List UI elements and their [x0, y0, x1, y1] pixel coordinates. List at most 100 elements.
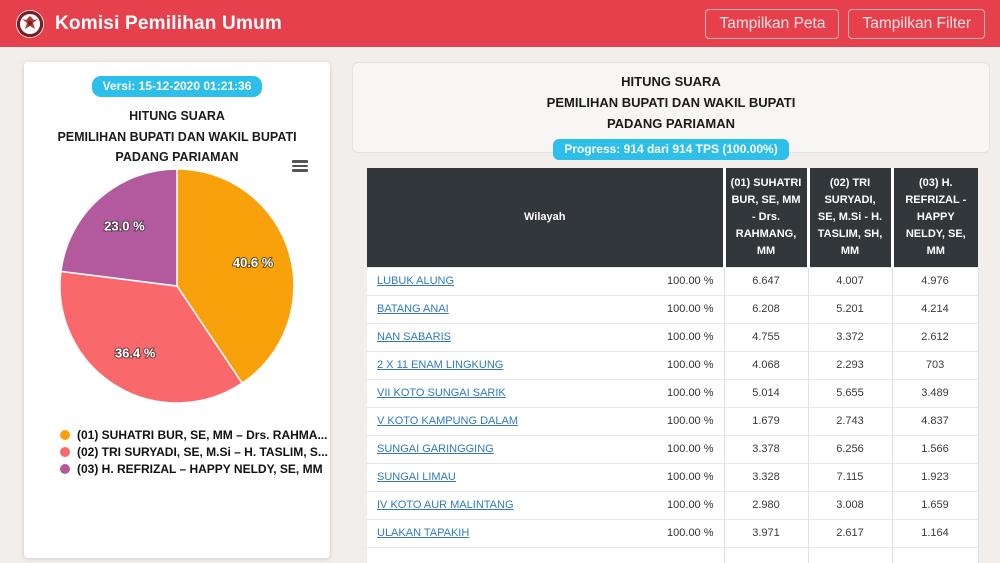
table-header-candidate-3: (03) H. REFRIZAL - HAPPY NELDY, SE, MM: [892, 168, 978, 267]
region-link[interactable]: NAN SABARIS: [377, 331, 451, 343]
table-header-row: Wilayah (01) SUHATRI BUR, SE, MM - Drs. …: [367, 168, 978, 267]
region-cell: LUBUK ALUNG: [367, 267, 637, 295]
vote-count-cell: 703: [892, 351, 978, 379]
table-row: BATANG ANAI100.00 %6.2085.2014.214: [367, 295, 978, 323]
page-title-line-3: PADANG PARIAMAN: [353, 114, 989, 135]
region-cell: V KOTO KAMPUNG DALAM: [367, 407, 637, 435]
version-badge: Versi: 15-12-2020 01:21:36: [92, 76, 263, 97]
vote-count-cell: 4.068: [724, 351, 808, 379]
legend-label: (03) H. REFRIZAL – HAPPY NELDY, SE, MM: [77, 462, 323, 476]
legend-item-1[interactable]: (01) SUHATRI BUR, SE, MM – Drs. RAHMA...: [60, 428, 328, 442]
vote-count-cell: 2.612: [892, 323, 978, 351]
vote-count-cell: 4.837: [892, 407, 978, 435]
vote-count-cell: 5.655: [808, 379, 892, 407]
chart-title-line-1: HITUNG SUARA: [24, 106, 330, 127]
vote-count-cell: 1.923: [892, 463, 978, 491]
progress-percent-cell: 100.00 %: [637, 491, 724, 519]
chart-panel: Versi: 15-12-2020 01:21:36 HITUNG SUARA …: [24, 62, 330, 558]
region-link[interactable]: SUNGAI GARINGGING: [377, 443, 494, 455]
legend-dot-icon: [60, 430, 70, 440]
chart-legend: (01) SUHATRI BUR, SE, MM – Drs. RAHMA...…: [60, 428, 328, 479]
table-row: SUNGAI LIMAU 100.00 %3.3287.1151.923: [367, 463, 978, 491]
vote-count-cell: 3.372: [808, 323, 892, 351]
vote-count-cell: 1.566: [892, 435, 978, 463]
pie-slice-label-2: 36.4 %: [115, 346, 156, 361]
app-title: Komisi Pemilihan Umum: [55, 13, 282, 35]
progress-badge: Progress: 914 dari 914 TPS (100.00%): [553, 139, 788, 160]
vote-count-cell: 4.976: [892, 267, 978, 295]
progress-percent-cell: 100.00 %: [637, 463, 724, 491]
progress-percent-cell: 100.00 %: [637, 435, 724, 463]
kpu-logo-icon: [15, 9, 45, 39]
region-cell: VII KOTO SUNGAI SARIK: [367, 379, 637, 407]
vote-count-cell: 4.007: [808, 267, 892, 295]
progress-percent-cell: 100.00 %: [637, 407, 724, 435]
legend-item-2[interactable]: (02) TRI SURYADI, SE, M.Si – H. TASLIM, …: [60, 445, 328, 459]
legend-dot-icon: [60, 464, 70, 474]
table-header-candidate-1: (01) SUHATRI BUR, SE, MM - Drs. RAHMANG,…: [724, 168, 808, 267]
chart-title-line-2: PEMILIHAN BUPATI DAN WAKIL BUPATI: [24, 127, 330, 148]
results-table: Wilayah (01) SUHATRI BUR, SE, MM - Drs. …: [367, 168, 979, 563]
region-link[interactable]: SUNGAI LIMAU: [377, 471, 456, 483]
vote-count-cell: 2.617: [808, 519, 892, 547]
legend-item-3[interactable]: (03) H. REFRIZAL – HAPPY NELDY, SE, MM: [60, 462, 328, 476]
page-title-line-1: HITUNG SUARA: [353, 72, 989, 93]
table-row: VII KOTO SUNGAI SARIK 100.00 %5.0145.6553…: [367, 379, 978, 407]
results-header-panel: HITUNG SUARA PEMILIHAN BUPATI DAN WAKIL …: [352, 62, 990, 153]
table-row-partial: [367, 547, 978, 563]
page-title-line-2: PEMILIHAN BUPATI DAN WAKIL BUPATI: [353, 93, 989, 114]
top-bar-actions: Tampilkan Peta Tampilkan Filter: [705, 9, 985, 39]
tampilkan-filter-button[interactable]: Tampilkan Filter: [848, 9, 985, 39]
vote-count-cell: 5.014: [724, 379, 808, 407]
region-link[interactable]: BATANG ANAI: [377, 303, 449, 315]
vote-count-cell: 4.755: [724, 323, 808, 351]
table-row: SUNGAI GARINGGING100.00 %3.3786.2561.566: [367, 435, 978, 463]
progress-percent-cell: 100.00 %: [637, 267, 724, 295]
chart-title-line-3: PADANG PARIAMAN: [24, 147, 330, 168]
region-cell: 2 X 11 ENAM LINGKUNG: [367, 351, 637, 379]
legend-dot-icon: [60, 447, 70, 457]
vote-count-cell: 1.164: [892, 519, 978, 547]
vote-count-cell: 7.115: [808, 463, 892, 491]
pie-chart: 40.6 % 36.4 % 23.0 %: [57, 166, 297, 406]
region-cell: ULAKAN TAPAKIH: [367, 519, 637, 547]
legend-label: (01) SUHATRI BUR, SE, MM – Drs. RAHMA...: [77, 428, 327, 442]
pie-slice-label-3: 23.0 %: [104, 218, 145, 233]
region-link[interactable]: IV KOTO AUR MALINTANG: [377, 499, 514, 511]
region-link[interactable]: V KOTO KAMPUNG DALAM: [377, 415, 518, 427]
page-title: HITUNG SUARA PEMILIHAN BUPATI DAN WAKIL …: [353, 72, 989, 134]
table-row: V KOTO KAMPUNG DALAM 100.00 %1.6792.7434.…: [367, 407, 978, 435]
tampilkan-peta-button[interactable]: Tampilkan Peta: [705, 9, 839, 39]
region-link[interactable]: LUBUK ALUNG: [377, 275, 454, 287]
table-row: LUBUK ALUNG100.00 %6.6474.0074.976: [367, 267, 978, 295]
legend-label: (02) TRI SURYADI, SE, M.Si – H. TASLIM, …: [77, 445, 328, 459]
table-row: NAN SABARIS100.00 %4.7553.3722.612: [367, 323, 978, 351]
region-cell: BATANG ANAI: [367, 295, 637, 323]
vote-count-cell: 2.980: [724, 491, 808, 519]
region-link[interactable]: 2 X 11 ENAM LINGKUNG: [377, 359, 503, 371]
top-bar: Komisi Pemilihan Umum Tampilkan Peta Tam…: [0, 0, 1000, 47]
vote-count-cell: 5.201: [808, 295, 892, 323]
vote-count-cell: 2.293: [808, 351, 892, 379]
region-cell: SUNGAI LIMAU: [367, 463, 637, 491]
vote-count-cell: 3.971: [724, 519, 808, 547]
progress-percent-cell: 100.00 %: [637, 379, 724, 407]
vote-count-cell: 2.743: [808, 407, 892, 435]
table-header-candidate-2: (02) TRI SURYADI, SE, M.Si - H. TASLIM, …: [808, 168, 892, 267]
vote-count-cell: 1.679: [724, 407, 808, 435]
progress-percent-cell: 100.00 %: [637, 295, 724, 323]
region-link[interactable]: VII KOTO SUNGAI SARIK: [377, 387, 506, 399]
pie-slice-label-1: 40.6 %: [233, 255, 274, 270]
region-link[interactable]: ULAKAN TAPAKIH: [377, 527, 469, 539]
results-table-container: Wilayah (01) SUHATRI BUR, SE, MM - Drs. …: [367, 168, 978, 563]
vote-count-cell: 3.378: [724, 435, 808, 463]
table-row: 2 X 11 ENAM LINGKUNG 100.00 %4.0682.29370…: [367, 351, 978, 379]
chart-title: HITUNG SUARA PEMILIHAN BUPATI DAN WAKIL …: [24, 106, 330, 168]
vote-count-cell: 1.659: [892, 491, 978, 519]
table-row: ULAKAN TAPAKIH100.00 %3.9712.6171.164: [367, 519, 978, 547]
vote-count-cell: 3.008: [808, 491, 892, 519]
table-row: IV KOTO AUR MALINTANG 100.00 %2.9803.0081…: [367, 491, 978, 519]
vote-count-cell: 3.489: [892, 379, 978, 407]
vote-count-cell: 3.328: [724, 463, 808, 491]
progress-percent-cell: 100.00 %: [637, 351, 724, 379]
